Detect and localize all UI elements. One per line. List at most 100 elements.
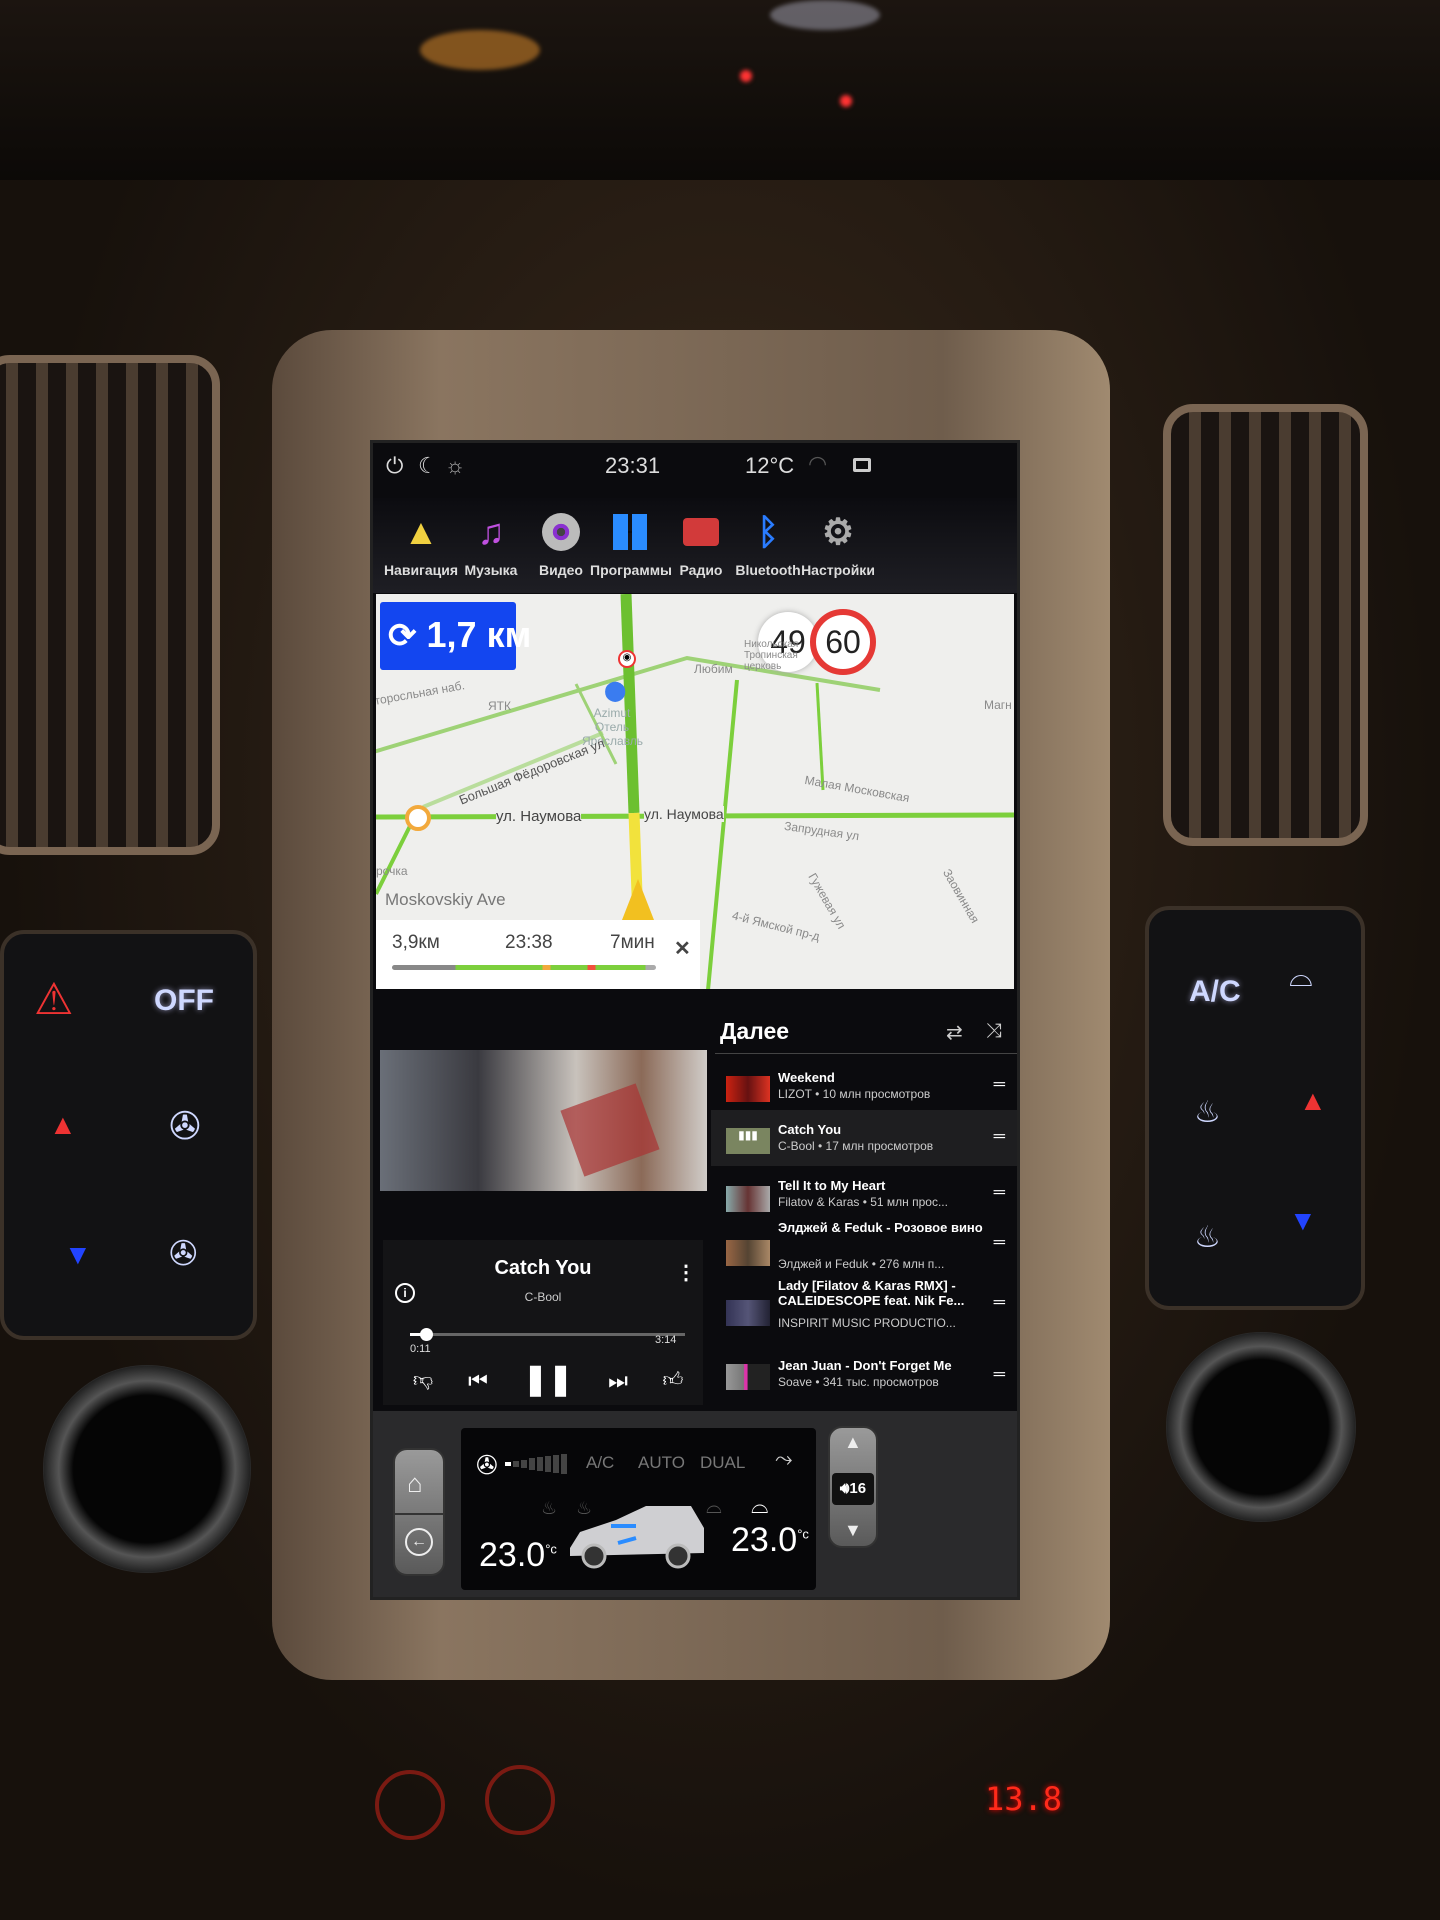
thumbnail xyxy=(726,1076,770,1102)
map-label: рочка xyxy=(376,864,408,878)
navigation-map[interactable]: ⟳ 1,7 км 49 60 ◉ ⬤ торосльная наб. ЯТК A… xyxy=(376,594,1014,989)
left-seat-heater-knob[interactable] xyxy=(375,1770,445,1840)
thumbnail xyxy=(726,1364,770,1390)
fan-speed-icon[interactable]: ✇ xyxy=(476,1450,498,1481)
app-music[interactable]: ♫ Музыка xyxy=(451,510,531,578)
brightness-icon[interactable]: ☼ xyxy=(445,453,465,479)
ac-toggle[interactable]: A/C xyxy=(586,1453,614,1473)
side-buttons-left: ⌂ ← xyxy=(393,1448,445,1576)
app-programs[interactable]: Программы xyxy=(590,510,672,578)
drag-handle-icon[interactable]: ═ xyxy=(994,1128,1005,1146)
app-navigation[interactable]: ▲ Навигация xyxy=(381,510,461,578)
right-temp-value: 23.0 xyxy=(731,1521,798,1559)
next-track-icon[interactable]: ⏭︎ xyxy=(608,1368,628,1394)
up-next-queue: Далее ⇄ ⤨ Weekend LIZOT • 10 млн просмотр… xyxy=(711,1018,1017,1413)
drag-handle-icon[interactable]: ═ xyxy=(994,1294,1005,1312)
app-settings[interactable]: ⚙ Настройки xyxy=(798,510,878,578)
pause-icon[interactable]: ❚❚ xyxy=(523,1362,573,1397)
fan-speed-bar xyxy=(529,1458,535,1470)
seek-bar[interactable] xyxy=(410,1328,685,1341)
left-button-panel: ⚠ OFF ▲ ✇ ▼ ✇ xyxy=(0,930,257,1340)
queue-item[interactable]: Tell It to My Heart Filatov & Karas • 51 … xyxy=(711,1166,1017,1222)
fan-speed-bar xyxy=(521,1459,527,1469)
right-knob[interactable] xyxy=(1166,1332,1356,1522)
video-player[interactable] xyxy=(380,1050,707,1191)
recirculation-icon[interactable]: ⌓ xyxy=(706,1496,722,1519)
app-label: Навигация xyxy=(383,562,459,578)
queue-item[interactable]: Weekend LIZOT • 10 млн просмотров ═ xyxy=(711,1058,1017,1114)
info-icon[interactable]: i xyxy=(395,1283,415,1303)
map-label: Любим xyxy=(694,662,733,676)
left-knob[interactable] xyxy=(43,1365,251,1573)
multiwindow-icon[interactable] xyxy=(853,458,871,472)
left-air-vent[interactable] xyxy=(0,355,220,855)
maneuver-panel: ⟳ 1,7 км xyxy=(380,602,531,670)
fan-speed-bar xyxy=(553,1454,559,1474)
video-reel-icon xyxy=(539,510,583,554)
queue-item[interactable]: Jean Juan - Don't Forget Me Soave • 341 т… xyxy=(711,1348,1017,1404)
seek-knob[interactable] xyxy=(419,1328,433,1341)
more-options-icon[interactable]: ⋮ xyxy=(676,1260,696,1285)
fan-icon[interactable]: ✇ xyxy=(169,1104,201,1149)
previous-track-icon[interactable]: ⏮︎ xyxy=(468,1368,488,1394)
drag-handle-icon[interactable]: ═ xyxy=(994,1076,1005,1094)
recirculation-icon[interactable]: ⌓ xyxy=(1289,960,1313,994)
drag-handle-icon[interactable]: ═ xyxy=(994,1184,1005,1202)
front-defrost-icon[interactable]: ♨ xyxy=(1194,1095,1221,1130)
app-bar: ▲ Навигация ♫ Музыка Видео Программы Радио… xyxy=(373,498,1017,593)
queue-item-playing[interactable]: ▮▮▮ Catch You C-Bool • 17 млн просмотров ═ xyxy=(711,1110,1017,1166)
track-title: Catch You xyxy=(494,1257,592,1279)
drag-handle-icon[interactable]: ═ xyxy=(994,1234,1005,1252)
app-label: Bluetooth xyxy=(735,562,801,578)
queue-item[interactable]: Lady [Filatov & Karas RMX] - CALEIDESCOP… xyxy=(711,1276,1017,1338)
fan-low-icon[interactable]: ✇ xyxy=(169,1234,198,1274)
front-defrost-icon[interactable]: ♨ xyxy=(541,1498,557,1519)
hazard-icon[interactable]: ⚠ xyxy=(34,974,73,1025)
thumbs-down-icon[interactable]: 👎︎ xyxy=(413,1368,433,1392)
thumbnail xyxy=(726,1186,770,1212)
auto-toggle[interactable]: AUTO xyxy=(638,1453,685,1473)
left-temperature[interactable]: 23.0°c xyxy=(479,1536,557,1575)
drag-handle-icon[interactable]: ═ xyxy=(994,1366,1005,1384)
thumbnail xyxy=(726,1240,770,1266)
temp-down-icon[interactable]: ▼ xyxy=(64,1239,92,1271)
right-air-vent[interactable] xyxy=(1163,404,1368,846)
fan-speed-bar xyxy=(505,1462,511,1466)
thumbs-up-icon[interactable]: 👍︎ xyxy=(663,1368,684,1392)
rear-defrost-icon[interactable]: ♨ xyxy=(1194,1220,1221,1255)
right-seat-heater-knob[interactable] xyxy=(485,1765,555,1835)
fan-speed-bar xyxy=(545,1456,551,1472)
dual-toggle[interactable]: DUAL xyxy=(700,1453,745,1473)
volume-up-button[interactable]: ▲ xyxy=(844,1432,862,1453)
power-icon[interactable]: ⏻ xyxy=(386,453,403,479)
thumbnail xyxy=(726,1300,770,1326)
fan-speed-bar xyxy=(513,1460,519,1468)
shuffle-icon[interactable]: ⤨ xyxy=(986,1020,1002,1043)
bluetooth-icon: ᛒ xyxy=(757,511,779,552)
app-bluetooth[interactable]: ᛒ Bluetooth xyxy=(728,510,808,578)
queue-item-title: Элджей & Feduk - Розовое вино xyxy=(778,1220,983,1235)
back-icon[interactable]: ← xyxy=(405,1528,433,1556)
close-route-button[interactable]: ✕ xyxy=(674,936,691,961)
temp-down-icon[interactable]: ▼ xyxy=(1289,1205,1317,1237)
home-icon[interactable]: ⌂ xyxy=(407,1468,423,1499)
temp-up-icon[interactable]: ▲ xyxy=(49,1109,77,1141)
airflow-mode-icon[interactable]: ⤳ xyxy=(775,1446,793,1472)
radio-icon xyxy=(679,510,723,554)
remaining-time: 7мин xyxy=(610,932,655,953)
app-video[interactable]: Видео xyxy=(521,510,601,578)
temp-up-icon[interactable]: ▲ xyxy=(1299,1085,1327,1117)
right-temperature[interactable]: 23.0°c xyxy=(731,1521,809,1560)
fresh-air-icon[interactable]: ⌓ xyxy=(751,1493,768,1519)
volume-down-button[interactable]: ▼ xyxy=(844,1520,862,1541)
fan-speed-bars[interactable] xyxy=(505,1453,567,1475)
app-label: Музыка xyxy=(464,562,518,578)
ac-button[interactable]: A/C xyxy=(1189,975,1241,1009)
hotel-pin-icon[interactable]: ⬤ xyxy=(604,678,626,703)
repeat-icon[interactable]: ⇄ xyxy=(946,1020,963,1045)
queue-item[interactable]: Элджей & Feduk - Розовое вино Элджей и Fe… xyxy=(711,1216,1017,1278)
divider xyxy=(395,1513,443,1515)
off-button[interactable]: OFF xyxy=(154,984,214,1018)
fan-speed-bar xyxy=(537,1457,543,1471)
night-mode-icon[interactable]: ☾ xyxy=(418,453,438,479)
